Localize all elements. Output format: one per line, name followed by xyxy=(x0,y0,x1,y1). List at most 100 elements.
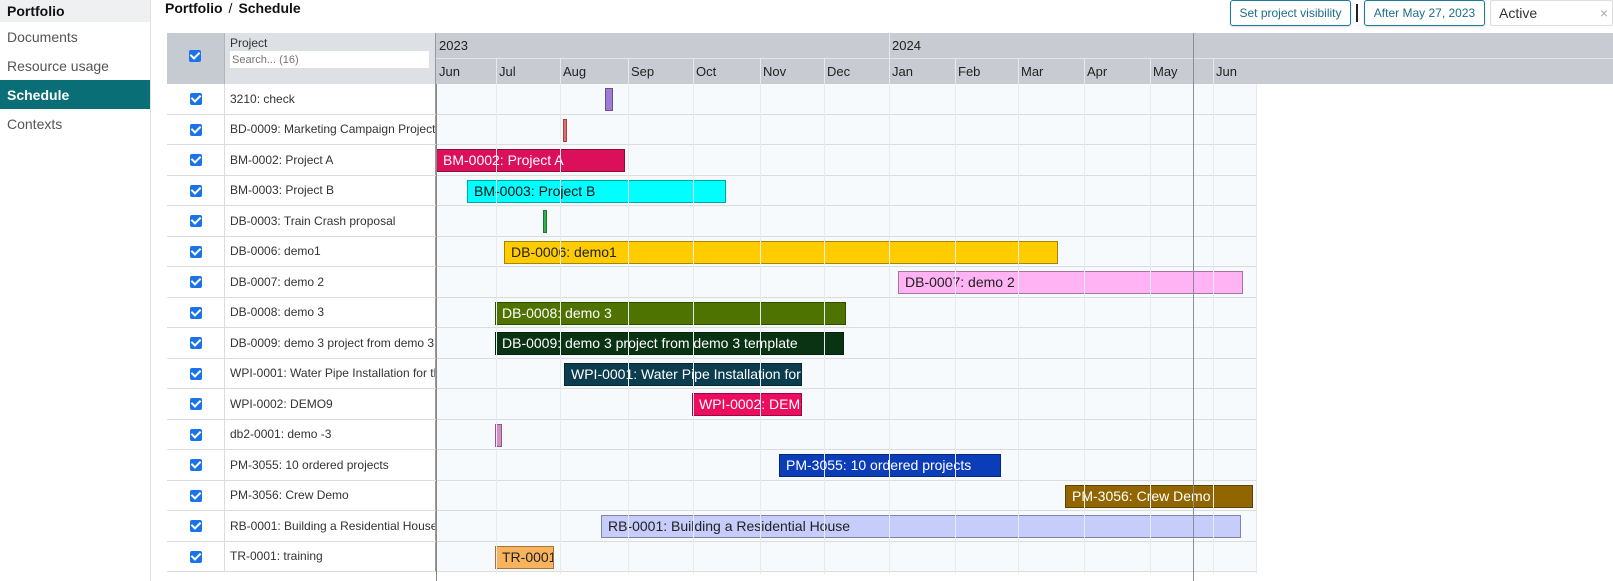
row-timeline-cell xyxy=(436,206,1257,236)
month-divider xyxy=(693,58,694,84)
row-checkbox[interactable] xyxy=(190,93,202,105)
timeline-header-divider xyxy=(436,58,1613,59)
row-checkbox[interactable] xyxy=(190,276,202,288)
sidebar: Portfolio Documents Resource usage Sched… xyxy=(0,0,151,581)
row-check-cell xyxy=(167,297,225,327)
project-name-cell[interactable]: DB-0008: demo 3 xyxy=(225,297,436,327)
timeline-left-border xyxy=(436,84,437,581)
gantt-bar[interactable]: PM-3055: 10 ordered projects xyxy=(779,454,1001,477)
month-divider xyxy=(824,58,825,84)
table-row[interactable]: DB-0009: demo 3 project from demo 3 temp… xyxy=(167,328,1257,359)
month-divider xyxy=(1018,58,1019,84)
table-row[interactable]: db2-0001: demo -3 xyxy=(167,419,1257,450)
table-row[interactable]: PM-3056: Crew Demo PM-3056: Crew Demo xyxy=(167,480,1257,511)
project-name-cell[interactable]: BM-0003: Project B xyxy=(225,175,436,205)
sidebar-item-contexts[interactable]: Contexts xyxy=(0,109,150,138)
table-row[interactable]: WPI-0002: DEMO9 WPI-0002: DEMO9 xyxy=(167,389,1257,420)
row-checkbox[interactable] xyxy=(190,459,202,471)
gantt-bar[interactable]: PM-3056: Crew Demo xyxy=(1065,484,1253,508)
gantt-bar[interactable]: BM-0003: Project B xyxy=(467,179,726,203)
table-row[interactable]: DB-0007: demo 2 DB-0007: demo 2 xyxy=(167,267,1257,298)
table-row[interactable]: RB-0001: Building a Residential House RB-… xyxy=(167,511,1257,542)
month-label: Apr xyxy=(1087,64,1108,79)
table-row[interactable]: WPI-0001: Water Pipe Installation for th… xyxy=(167,358,1257,389)
row-check-cell xyxy=(167,419,225,449)
breadcrumb: Portfolio / Schedule xyxy=(165,0,301,16)
project-name-cell[interactable]: PM-3056: Crew Demo xyxy=(225,480,436,510)
row-check-cell xyxy=(167,84,225,114)
set-project-visibility-button[interactable]: Set project visibility xyxy=(1230,0,1351,26)
sidebar-item-resource-usage[interactable]: Resource usage xyxy=(0,51,150,80)
row-checkbox[interactable] xyxy=(190,215,202,227)
sidebar-item-portfolio[interactable]: Portfolio xyxy=(0,0,150,22)
sidebar-item-documents[interactable]: Documents xyxy=(0,22,150,51)
table-row[interactable]: BD-0009: Marketing Campaign Project xyxy=(167,114,1257,145)
project-name-cell[interactable]: DB-0007: demo 2 xyxy=(225,267,436,297)
project-name-cell[interactable]: DB-0003: Train Crash proposal xyxy=(225,206,436,236)
gantt-bar[interactable] xyxy=(543,210,547,233)
project-column-header[interactable]: Project xyxy=(230,36,267,50)
gantt-bar[interactable] xyxy=(563,118,567,142)
date-filter-button[interactable]: After May 27, 2023 xyxy=(1364,0,1485,26)
row-checkbox[interactable] xyxy=(190,184,202,197)
row-checkbox[interactable] xyxy=(190,367,202,380)
project-name-cell[interactable]: WPI-0002: DEMO9 xyxy=(225,389,436,419)
month-divider xyxy=(560,58,561,84)
row-checkbox[interactable] xyxy=(190,154,202,166)
header-select-all-cell xyxy=(167,33,225,84)
project-name-cell[interactable]: RB-0001: Building a Residential House xyxy=(225,511,436,541)
month-divider xyxy=(1150,58,1151,84)
row-checkbox[interactable] xyxy=(190,306,202,319)
row-check-cell xyxy=(167,114,225,144)
project-name-cell[interactable]: PM-3055: 10 ordered projects xyxy=(225,450,436,480)
project-name-cell[interactable]: 3210: check xyxy=(225,84,436,114)
gantt-bar[interactable]: DB-0008: demo 3 xyxy=(495,301,846,325)
project-search-input[interactable] xyxy=(230,51,429,68)
gantt-bar[interactable]: WPI-0001: Water Pipe Installation for th… xyxy=(564,362,802,386)
gantt-bar[interactable] xyxy=(495,423,502,447)
row-timeline-cell xyxy=(436,541,1257,571)
gantt-bar[interactable] xyxy=(605,88,613,111)
sidebar-item-schedule[interactable]: Schedule xyxy=(0,80,150,109)
table-row[interactable]: DB-0008: demo 3 DB-0008: demo 3 xyxy=(167,297,1257,328)
month-divider xyxy=(1213,58,1214,84)
gantt-bar[interactable]: DB-0009: demo 3 project from demo 3 temp… xyxy=(495,332,844,355)
table-row[interactable]: TR-0001: training TR-0001: training xyxy=(167,541,1257,572)
row-checkbox[interactable] xyxy=(190,520,202,532)
row-checkbox[interactable] xyxy=(190,550,202,563)
project-name-cell[interactable]: DB-0009: demo 3 project from demo 3 temp… xyxy=(225,328,436,358)
row-checkbox[interactable] xyxy=(190,428,202,441)
breadcrumb-current: Schedule xyxy=(238,0,301,16)
row-check-cell xyxy=(167,480,225,510)
table-row[interactable]: BM-0003: Project B BM-0003: Project B xyxy=(167,175,1257,206)
table-row[interactable]: BM-0002: Project A BM-0002: Project A xyxy=(167,145,1257,176)
project-name-cell[interactable]: WPI-0001: Water Pipe Installation for th… xyxy=(225,358,436,388)
gantt-bar[interactable]: BM-0002: Project A xyxy=(436,149,625,172)
clear-icon[interactable]: × xyxy=(1600,5,1608,21)
row-checkbox[interactable] xyxy=(190,489,202,502)
row-checkbox[interactable] xyxy=(190,398,202,410)
month-divider xyxy=(760,58,761,84)
table-row[interactable]: DB-0003: Train Crash proposal xyxy=(167,206,1257,237)
month-label: Oct xyxy=(696,64,717,79)
project-name-cell[interactable]: BD-0009: Marketing Campaign Project xyxy=(225,114,436,144)
gantt-bar[interactable]: RB-0001: Building a Residential House xyxy=(601,515,1241,538)
table-row[interactable]: DB-0006: demo1 DB-0006: demo1 xyxy=(167,236,1257,267)
project-name-cell[interactable]: db2-0001: demo -3 xyxy=(225,419,436,449)
table-row[interactable]: 3210: check xyxy=(167,84,1257,115)
project-name-cell[interactable]: TR-0001: training xyxy=(225,541,436,571)
project-name-cell[interactable]: DB-0006: demo1 xyxy=(225,236,436,266)
row-checkbox[interactable] xyxy=(190,245,202,258)
select-all-checkbox[interactable] xyxy=(189,50,201,62)
month-label: Feb xyxy=(958,64,981,79)
table-row[interactable]: PM-3055: 10 ordered projects PM-3055: 10 … xyxy=(167,450,1257,481)
project-name-cell[interactable]: BM-0002: Project A xyxy=(225,145,436,175)
gantt-bar[interactable]: DB-0007: demo 2 xyxy=(898,271,1243,294)
row-checkbox[interactable] xyxy=(190,123,202,136)
row-checkbox[interactable] xyxy=(190,337,202,349)
gantt-bar[interactable]: WPI-0002: DEMO9 xyxy=(692,393,802,416)
breadcrumb-root[interactable]: Portfolio xyxy=(165,0,223,16)
gantt-bar[interactable]: DB-0006: demo1 xyxy=(504,240,1058,264)
status-filter-select[interactable]: Active × xyxy=(1490,0,1613,26)
gantt-bar[interactable]: TR-0001: training xyxy=(495,545,554,569)
